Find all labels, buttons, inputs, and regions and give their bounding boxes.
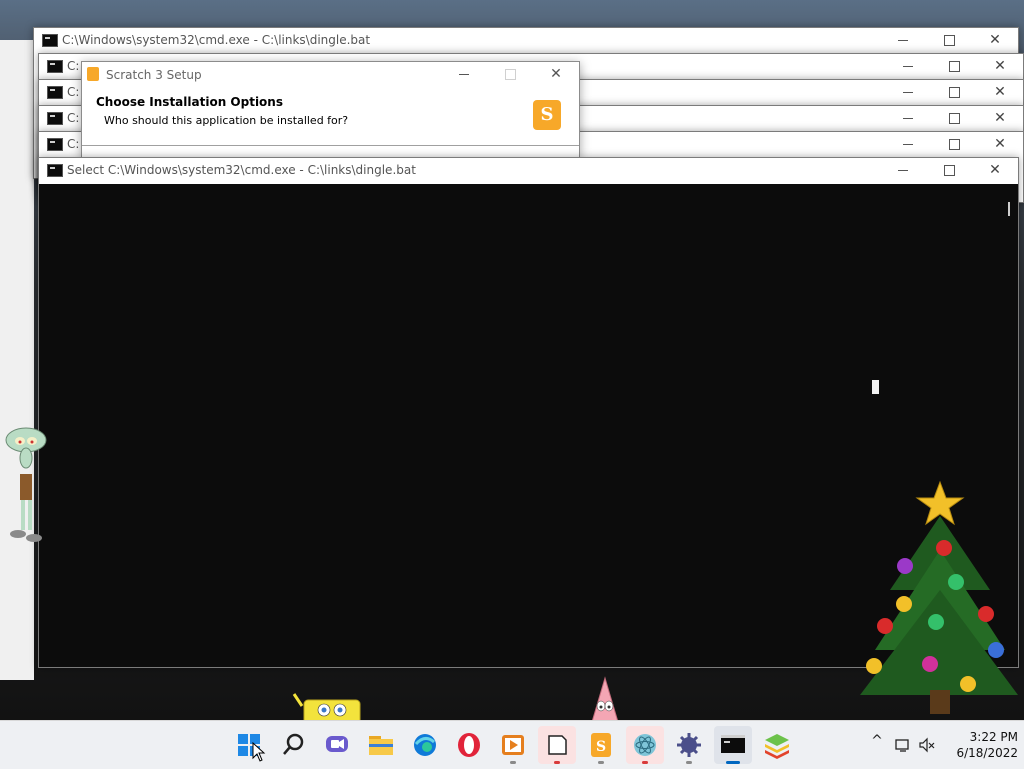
scratch-logo-icon: S — [533, 100, 561, 130]
running-indicator — [686, 761, 692, 764]
media-player-icon — [502, 735, 524, 755]
close-button[interactable]: ✕ — [977, 106, 1023, 131]
minimize-button[interactable] — [885, 80, 931, 105]
scratch-icon: S — [591, 733, 611, 757]
bluestacks-button[interactable] — [758, 726, 796, 764]
gear-app-button[interactable] — [670, 726, 708, 764]
teams-chat-button[interactable] — [318, 726, 356, 764]
squidward-character — [5, 427, 47, 542]
close-button[interactable]: ✕ — [977, 80, 1023, 105]
minimize-button[interactable] — [441, 62, 487, 87]
scratch-setup-icon — [87, 67, 99, 81]
dialog-heading: Choose Installation Options — [96, 95, 283, 109]
minimize-button[interactable] — [885, 132, 931, 157]
scrollbar-thumb[interactable] — [1008, 202, 1010, 216]
cmd-icon — [47, 60, 63, 73]
dialog-title: Scratch 3 Setup — [106, 68, 202, 82]
file-explorer-button[interactable] — [362, 726, 400, 764]
title-bar[interactable]: C:\Windows\system32\cmd.exe - C:\links\d… — [34, 28, 1018, 53]
window-title: C:\Windows\system32\cmd.exe - C:\links\d… — [62, 33, 371, 47]
maximize-button[interactable] — [926, 158, 972, 183]
maximize-button — [487, 62, 533, 87]
media-player-button[interactable] — [494, 726, 532, 764]
electron-app-button[interactable] — [626, 726, 664, 764]
document-app-button[interactable] — [538, 726, 576, 764]
taskbar: S ^ 3:22 PM 6/18/2022 — [0, 720, 1024, 769]
cmd-icon — [47, 138, 63, 151]
minimize-button[interactable] — [885, 54, 931, 79]
close-button[interactable]: ✕ — [977, 132, 1023, 157]
minimize-button[interactable] — [885, 106, 931, 131]
running-indicator — [598, 761, 604, 764]
running-indicator — [642, 761, 648, 764]
running-indicator — [510, 761, 516, 764]
edge-button[interactable] — [406, 726, 444, 764]
spiky-gear-icon — [677, 733, 701, 757]
mouse-pointer-icon — [252, 742, 266, 762]
search-button[interactable] — [274, 726, 312, 764]
minimize-button[interactable] — [880, 28, 926, 53]
terminal-button[interactable] — [714, 726, 752, 764]
clock-time: 3:22 PM — [969, 730, 1018, 744]
minimize-button[interactable] — [880, 158, 926, 183]
volume-muted-icon[interactable] — [918, 736, 936, 754]
folder-icon — [369, 736, 393, 755]
show-hidden-icons-chevron-icon[interactable]: ^ — [868, 733, 886, 751]
dialog-subheading: Who should this application be installed… — [104, 114, 349, 127]
atom-icon — [634, 734, 656, 756]
window-title: C: — [67, 59, 80, 73]
terminal-icon — [721, 735, 745, 753]
svg-text:S: S — [596, 739, 606, 755]
opera-icon — [458, 733, 480, 757]
window-title: C: — [67, 137, 80, 151]
teams-chat-icon — [326, 736, 348, 752]
divider — [82, 145, 579, 146]
scratch-button[interactable]: S — [582, 726, 620, 764]
background-window-edge — [0, 40, 34, 680]
maximize-button[interactable] — [931, 106, 977, 131]
edge-icon — [414, 734, 436, 756]
console-cursor — [872, 380, 879, 394]
cmd-icon — [47, 164, 63, 177]
cmd-icon — [42, 34, 58, 47]
window-title: Select C:\Windows\system32\cmd.exe - C:\… — [67, 163, 416, 177]
active-indicator — [726, 761, 740, 764]
maximize-button[interactable] — [931, 54, 977, 79]
opera-button[interactable] — [450, 726, 488, 764]
cmd-icon — [47, 86, 63, 99]
maximize-button[interactable] — [931, 132, 977, 157]
window-title: C: — [67, 111, 80, 125]
close-button[interactable]: ✕ — [972, 158, 1018, 183]
title-bar[interactable]: Select C:\Windows\system32\cmd.exe - C:\… — [39, 158, 1018, 183]
clock-date: 6/18/2022 — [956, 746, 1018, 760]
cmd-icon — [47, 112, 63, 125]
spongebob-character — [292, 693, 361, 722]
network-icon[interactable] — [894, 736, 912, 754]
scratch-setup-dialog[interactable]: Scratch 3 Setup ✕ Choose Installation Op… — [81, 61, 580, 158]
search-icon — [283, 733, 304, 755]
close-button[interactable]: ✕ — [533, 62, 579, 87]
maximize-button[interactable] — [931, 80, 977, 105]
close-button[interactable]: ✕ — [977, 54, 1023, 79]
patrick-character — [591, 676, 619, 722]
christmas-tree-decoration — [860, 480, 1018, 714]
clock[interactable]: 3:22 PM 6/18/2022 — [944, 729, 1018, 761]
stacked-layers-icon — [765, 734, 789, 759]
document-icon — [548, 735, 567, 755]
maximize-button[interactable] — [926, 28, 972, 53]
window-title: C: — [67, 85, 80, 99]
running-indicator — [554, 761, 560, 764]
close-button[interactable]: ✕ — [972, 28, 1018, 53]
